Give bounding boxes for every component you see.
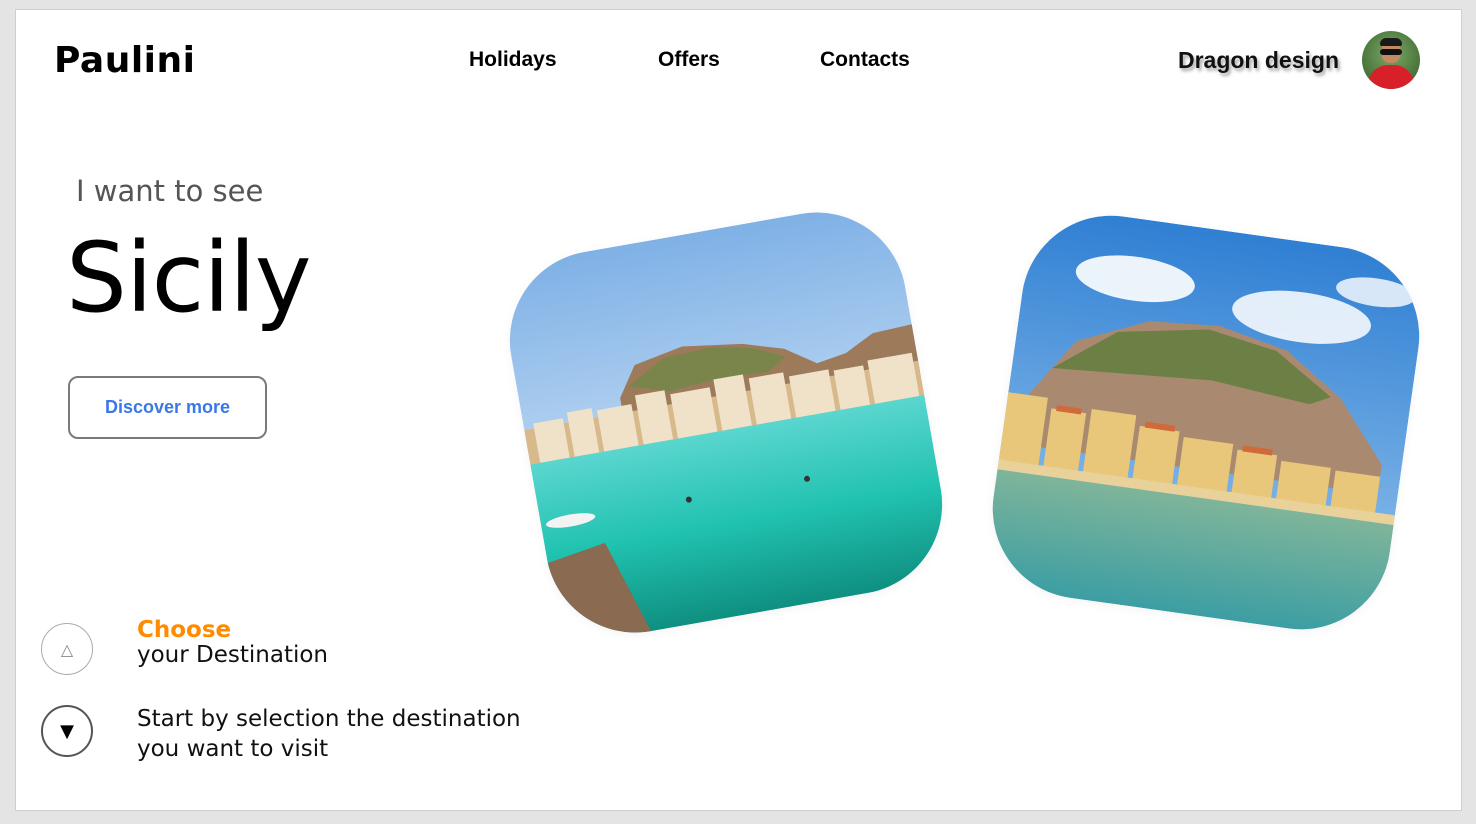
discover-more-button[interactable]: Discover more [68, 376, 267, 439]
destination-card-2[interactable] [981, 204, 1431, 641]
user-avatar[interactable] [1362, 31, 1420, 89]
hero-title: Sicily [66, 222, 312, 334]
user-name[interactable]: Dragon design [1178, 47, 1339, 74]
choose-label: Choose [137, 617, 232, 643]
description-line-2: you want to visit [137, 736, 329, 762]
triangle-down-icon: ▼ [60, 720, 74, 742]
description-line-1: Start by selection the destination [137, 706, 521, 732]
destination-label: your Destination [137, 642, 329, 668]
brand-logo[interactable]: Paulini [54, 40, 196, 81]
triangle-up-icon: △ [60, 639, 74, 659]
step-description: Start by selection the destination you w… [137, 704, 537, 764]
destination-card-1[interactable] [495, 198, 957, 647]
hero-intro: I want to see [76, 174, 264, 208]
page-frame: Paulini Holidays Offers Contacts Dragon … [15, 9, 1462, 811]
bay-photo-1 [495, 198, 957, 647]
step-up-button[interactable]: △ [41, 623, 93, 675]
nav-contacts[interactable]: Contacts [820, 48, 910, 72]
bay-photo-2 [981, 204, 1431, 641]
nav-holidays[interactable]: Holidays [469, 48, 557, 72]
nav-offers[interactable]: Offers [658, 48, 720, 72]
step-down-button[interactable]: ▼ [41, 705, 93, 757]
